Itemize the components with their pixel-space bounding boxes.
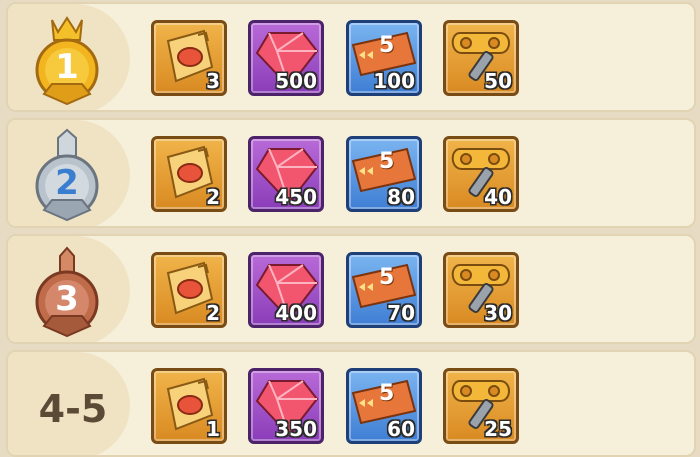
coupon-book-item[interactable]: 2 (151, 136, 227, 212)
reward-row-rank-4-5: 4-5 1 350 5 60 25 (6, 350, 696, 457)
speedup-ticket-item[interactable]: 5 70 (346, 252, 422, 328)
rank-number: 3 (55, 279, 79, 319)
item-quantity: 2 (206, 301, 220, 325)
ruby-gem-item[interactable]: 500 (248, 20, 324, 96)
rank-number: 1 (55, 47, 79, 87)
item-quantity: 100 (373, 69, 415, 93)
bronze-medal-icon: 3 (22, 244, 112, 340)
item-quantity: 40 (484, 185, 512, 209)
item-quantity: 450 (275, 185, 317, 209)
item-quantity: 400 (275, 301, 317, 325)
windup-key-item[interactable]: 50 (443, 20, 519, 96)
speedup-ticket-item[interactable]: 5 60 (346, 368, 422, 444)
speedup-ticket-item[interactable]: 5 100 (346, 20, 422, 96)
item-quantity: 350 (275, 417, 317, 441)
item-quantity: 70 (387, 301, 415, 325)
windup-key-item[interactable]: 25 (443, 368, 519, 444)
rank-number: 2 (55, 163, 79, 203)
item-quantity: 2 (206, 185, 220, 209)
silver-medal-icon: 2 (22, 128, 112, 224)
item-quantity: 1 (206, 417, 220, 441)
ticket-number: 5 (379, 381, 395, 406)
ruby-gem-item[interactable]: 450 (248, 136, 324, 212)
reward-row-rank-2: 2 2 450 5 80 40 (6, 118, 696, 228)
ruby-gem-item[interactable]: 350 (248, 368, 324, 444)
speedup-ticket-item[interactable]: 5 80 (346, 136, 422, 212)
coupon-book-item[interactable]: 1 (151, 368, 227, 444)
item-quantity: 80 (387, 185, 415, 209)
rank-range-label: 4-5 (38, 387, 108, 431)
item-quantity: 50 (484, 69, 512, 93)
gold-crown-medal-icon: 1 (22, 12, 112, 108)
coupon-book-item[interactable]: 2 (151, 252, 227, 328)
item-quantity: 60 (387, 417, 415, 441)
ticket-number: 5 (379, 149, 395, 174)
windup-key-item[interactable]: 30 (443, 252, 519, 328)
reward-row-rank-3: 3 2 400 5 70 30 (6, 234, 696, 344)
item-quantity: 25 (484, 417, 512, 441)
ruby-gem-item[interactable]: 400 (248, 252, 324, 328)
reward-row-rank-1: 1 3 500 5 100 50 (6, 2, 696, 112)
item-quantity: 500 (275, 69, 317, 93)
item-quantity: 3 (206, 69, 220, 93)
item-quantity: 30 (484, 301, 512, 325)
windup-key-item[interactable]: 40 (443, 136, 519, 212)
ticket-number: 5 (379, 33, 395, 58)
coupon-book-item[interactable]: 3 (151, 20, 227, 96)
ticket-number: 5 (379, 265, 395, 290)
